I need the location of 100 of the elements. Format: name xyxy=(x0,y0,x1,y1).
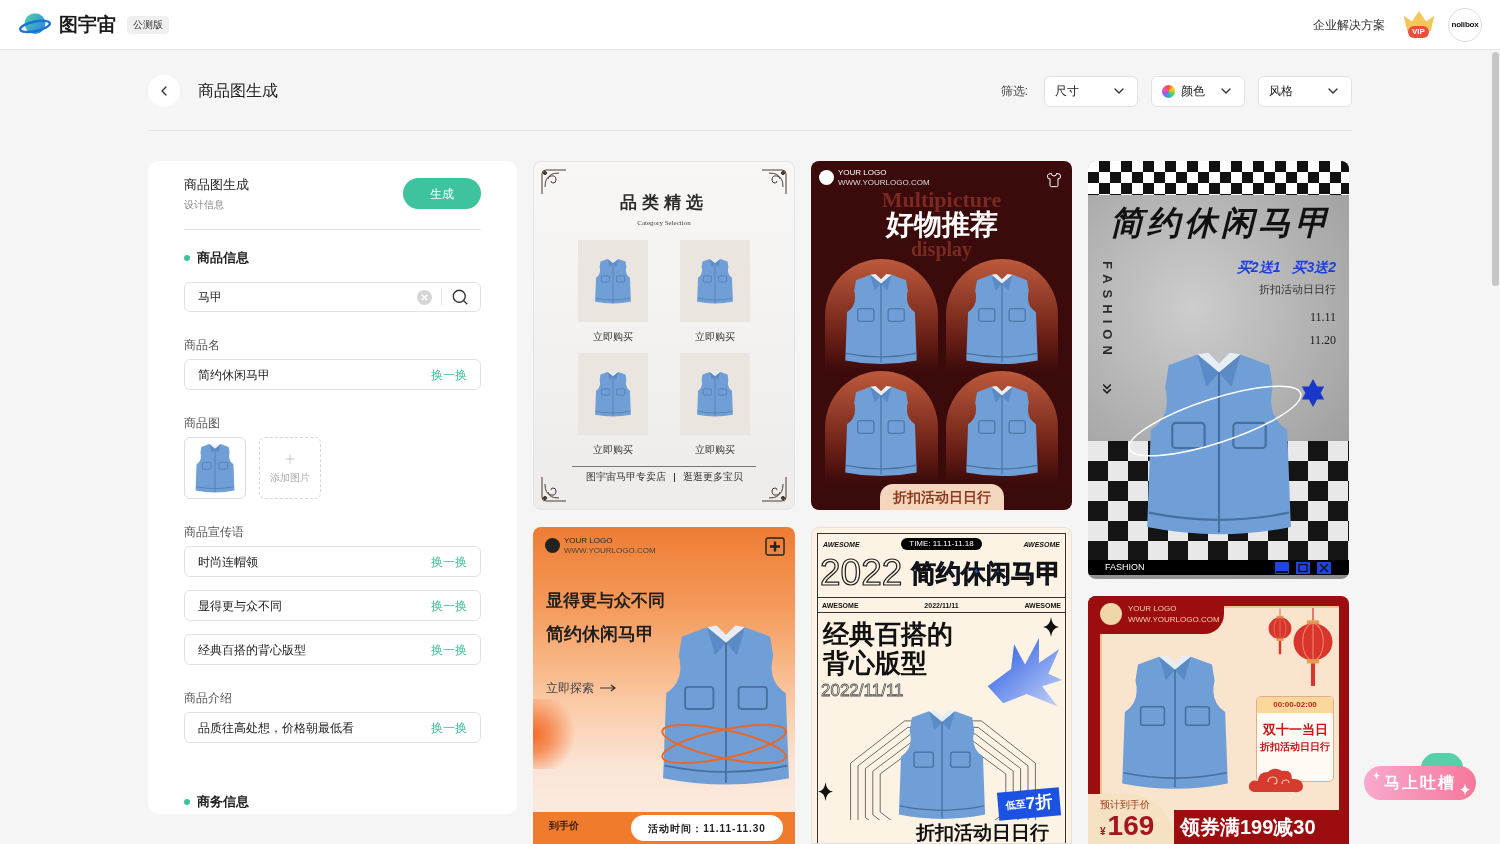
sparkle-icon xyxy=(1043,617,1059,637)
currency-symbol: ¥ xyxy=(1100,826,1106,838)
poster-template[interactable]: 简约休闲马甲 买2送1 买3送2 折扣活动日日行 11.11 11.20 FASHION FASHION xyxy=(1088,161,1349,579)
price-value: 169 xyxy=(1107,811,1155,841)
buy-now-label: 立即购买 xyxy=(593,331,633,343)
scrollbar-thumb[interactable] xyxy=(1492,52,1499,286)
field-label: 商品宣传语 xyxy=(184,524,245,540)
filter-dropdown[interactable]: 颜色 xyxy=(1151,75,1245,107)
buy-now-label: 立即购买 xyxy=(695,331,735,343)
vest-drawing xyxy=(696,371,734,417)
logo-url: WWW.YOURLOGO.COM xyxy=(1128,615,1220,624)
sparkle-icon xyxy=(1373,771,1380,780)
field-label: 商品名 xyxy=(184,337,221,353)
event-subtitle: 折扣活动日日行 xyxy=(1260,741,1330,753)
arrow-right-icon xyxy=(600,684,616,692)
corner-ornament-icon xyxy=(541,169,567,195)
clear-icon xyxy=(417,289,432,305)
version-tag: 公测版 xyxy=(127,15,169,34)
vest-drawing xyxy=(594,371,632,417)
poster-footer-text: 折扣活动日日行 xyxy=(916,822,1049,843)
poster-headline: 显得更与众不同 xyxy=(546,590,665,612)
poster-template[interactable]: YOUR LOGO WWW.YOURLOGO.COM 显得更与众不同 简约休闲马甲 立即探索 到手价 活动时间：11.11-11.30 xyxy=(533,527,795,844)
field-label: 商品图 xyxy=(184,415,221,431)
offer-text: 买2送1 xyxy=(1236,258,1281,276)
text-field[interactable]: 时尚连帽领 换一换 xyxy=(184,546,481,577)
date-text: 11.11 xyxy=(1309,310,1336,324)
corner-ornament-icon xyxy=(541,476,567,502)
field-label: 商品介绍 xyxy=(184,690,233,706)
poster-title: 简约休闲马甲 xyxy=(911,558,1061,588)
corner-ornament-icon xyxy=(761,476,787,502)
offer-text: 买3送2 xyxy=(1292,258,1336,276)
logo-mark-icon xyxy=(819,170,834,185)
text-field[interactable]: 品质往高处想，价格朝最低看 换一换 xyxy=(184,712,481,743)
enterprise-solutions-link[interactable]: 企业解决方案 xyxy=(1313,15,1385,34)
text-field[interactable]: 显得更与众不同 换一换 xyxy=(184,590,481,621)
date-text: 11.20 xyxy=(1309,333,1336,347)
brand-name: 图宇宙 xyxy=(59,12,116,37)
vip-label: VIP xyxy=(1408,26,1429,38)
sparkle-icon xyxy=(1460,783,1470,796)
plus-icon xyxy=(765,537,785,556)
section-heading: 商务信息 xyxy=(197,793,249,811)
corner-ornament-icon xyxy=(761,169,787,195)
planet-logo-icon xyxy=(18,12,52,37)
filter-dropdown[interactable]: 风格 xyxy=(1258,75,1352,107)
date-text: 2022/11/11 xyxy=(821,681,904,701)
vest-drawing xyxy=(696,258,734,304)
plus-icon xyxy=(283,452,297,466)
poster-headline: 经典百搭的 xyxy=(823,620,953,649)
shirt-icon xyxy=(1046,172,1062,188)
page-title: 商品图生成 xyxy=(198,81,278,101)
poster-title: 简约休闲马甲 xyxy=(546,623,654,646)
price-label: 预计到手价 xyxy=(1100,798,1151,811)
filter-label: 筛选: xyxy=(1000,83,1028,100)
poster-headline: 背心版型 xyxy=(823,649,928,678)
filter-dropdown[interactable]: 尺寸 xyxy=(1044,75,1138,107)
search-field[interactable]: 马甲 xyxy=(184,282,481,312)
user-avatar[interactable]: nolibox xyxy=(1448,7,1482,42)
poster-title: 简约休闲马甲 xyxy=(1110,204,1332,242)
cta-text: 立即探索 xyxy=(546,680,594,696)
poster-template[interactable]: YOUR LOGO WWW.YOURLOGO.COM 00:00-02:00 双十一当日 折扣活动日日行 预计到手价 ¥169 领券满199减30 xyxy=(1088,596,1349,844)
panel-title: 商品图生成 xyxy=(184,176,249,194)
logo-text: YOUR LOGO xyxy=(1128,604,1177,614)
text-field[interactable]: 简约休闲马甲 换一换 xyxy=(184,359,481,390)
shop-name: 图宇宙马甲专卖店 xyxy=(585,471,666,483)
back-button[interactable] xyxy=(148,75,180,107)
poster-template[interactable]: YOUR LOGO WWW.YOURLOGO.COM Multipicture 好物推荐 display 折扣活动日日行 xyxy=(811,161,1072,510)
year-text: 2022 xyxy=(820,553,903,593)
vest-drawing xyxy=(594,258,632,304)
bullet-icon xyxy=(184,799,190,805)
minimize-icon xyxy=(1275,561,1289,574)
logo-url: WWW.YOURLOGO.COM xyxy=(838,178,930,187)
discount-banner: 折扣活动日日行 xyxy=(879,484,1004,510)
vertical-text: FASHION xyxy=(1100,261,1114,361)
logo-mark-icon xyxy=(1100,603,1122,625)
event-title: 双十一当日 xyxy=(1262,722,1328,738)
promo-note: 折扣活动日日行 xyxy=(1259,282,1336,296)
event-period: 活动时间：11.11-11.30 xyxy=(631,815,783,841)
panel-subtitle: 设计信息 xyxy=(184,198,225,211)
time-pill: TIME: 11.11-11.18 xyxy=(901,538,982,550)
vest-drawing xyxy=(195,443,235,493)
sparkle-icon xyxy=(818,782,833,801)
time-band: 00:00-02:00 xyxy=(1257,697,1333,713)
buy-now-label: 立即购买 xyxy=(593,444,633,456)
poster-title: 品类精选 xyxy=(620,192,708,214)
cloud-icon xyxy=(1248,766,1304,794)
more-products-text: 逛逛更多宝贝 xyxy=(682,471,743,483)
logo-text: YOUR LOGO xyxy=(564,536,613,546)
backdrop-text: Multipicture xyxy=(881,190,1002,210)
maximize-icon xyxy=(1296,561,1310,574)
buy-now-label: 立即购买 xyxy=(695,444,735,456)
bar-label: FASHION xyxy=(1105,562,1145,573)
text-field[interactable]: 经典百搭的背心版型 换一换 xyxy=(184,634,481,665)
logo-url: WWW.YOURLOGO.COM xyxy=(564,546,656,555)
logo-text: YOUR LOGO xyxy=(838,168,887,178)
poster-title: 好物推荐 xyxy=(885,210,998,240)
price-label: 到手价 xyxy=(549,820,579,832)
logo-mark-icon xyxy=(545,538,560,553)
close-icon xyxy=(1317,561,1331,574)
color-wheel-icon xyxy=(1162,84,1175,98)
bullet-icon xyxy=(184,255,190,261)
